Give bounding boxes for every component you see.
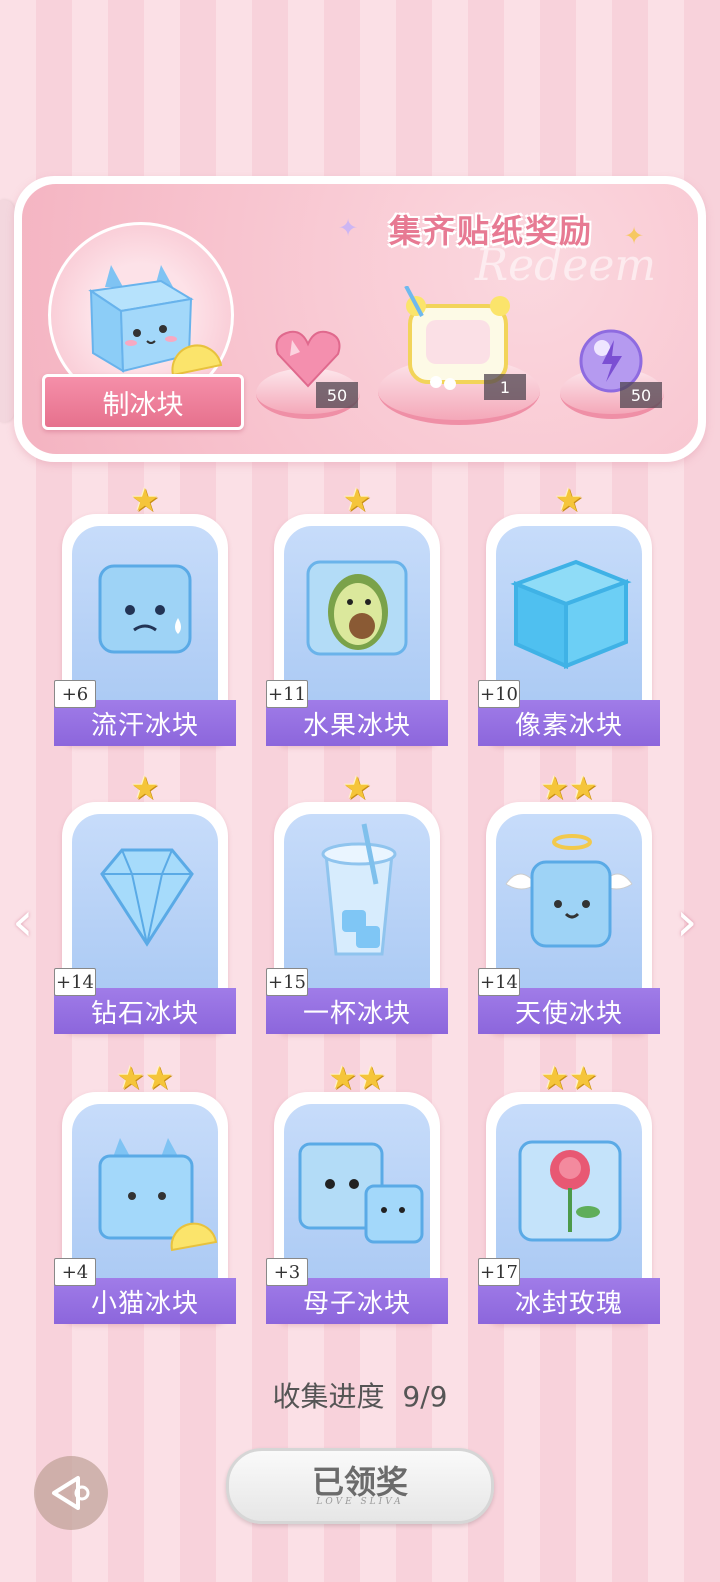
sweating-ice-cube-icon	[98, 564, 192, 654]
reward-count: 50	[620, 382, 662, 408]
sticker-card[interactable]: ★★ 小猫冰块 +4	[54, 1062, 236, 1324]
prev-page-arrow[interactable]: ‹	[12, 890, 34, 953]
progress-value: 9/9	[402, 1380, 448, 1413]
cup-of-ice-icon	[321, 823, 397, 956]
rarity-stars: ★★	[328, 1059, 386, 1097]
sticker-card[interactable]: ★ 像素冰块 +10	[478, 484, 660, 746]
reward-count: 50	[316, 382, 358, 408]
angel-ice-cube-icon	[505, 834, 633, 948]
sticker-card[interactable]: ★★ 天使冰块 +14	[478, 772, 660, 1034]
rarity-stars: ★	[342, 769, 372, 807]
sticker-card[interactable]: ★ 一杯冰块 +15	[266, 772, 448, 1034]
back-button[interactable]	[34, 1456, 108, 1530]
avocado-ice-cube-icon	[306, 560, 408, 656]
progress-label: 收集进度	[272, 1380, 385, 1413]
banner-title: 集齐贴纸奖励	[388, 212, 593, 250]
card-plus-badge: +6	[54, 680, 96, 708]
reward-count: 1	[484, 374, 526, 400]
pink-heart-gem-icon[interactable]	[272, 326, 344, 390]
sticker-card[interactable]: ★ 流汗冰块 +6	[54, 484, 236, 746]
card-plus-badge: +4	[54, 1258, 96, 1286]
make-ice-label[interactable]: 制冰块	[42, 374, 244, 430]
diamond-ice-icon	[100, 848, 194, 947]
mother-child-ice-cubes-icon	[298, 1142, 424, 1244]
rarity-stars: ★	[130, 769, 160, 807]
sparkle-icon: ✦	[624, 222, 645, 250]
cat-ice-cube-icon	[98, 1138, 218, 1252]
card-plus-badge: +14	[54, 968, 96, 996]
frozen-rose-icon	[518, 1140, 622, 1242]
card-plus-badge: +10	[478, 680, 520, 708]
left-side-tab[interactable]	[0, 200, 14, 422]
rarity-stars: ★★	[540, 769, 598, 807]
rarity-stars: ★★	[540, 1059, 598, 1097]
back-arrow-icon	[52, 1476, 90, 1510]
pixel-ice-cube-icon	[510, 559, 632, 670]
rarity-stars: ★★	[116, 1059, 174, 1097]
card-plus-badge: +11	[266, 680, 308, 708]
card-plus-badge: +15	[266, 968, 308, 996]
sticker-card[interactable]: ★★ 母子冰块 +3	[266, 1062, 448, 1324]
card-plus-badge: +3	[266, 1258, 308, 1286]
rarity-stars: ★	[554, 481, 584, 519]
card-plus-badge: +14	[478, 968, 520, 996]
claimed-button-subtext: LOVE SLIVA	[316, 1497, 404, 1507]
rarity-stars: ★	[342, 481, 372, 519]
next-page-arrow[interactable]: ›	[676, 890, 698, 953]
sticker-card[interactable]: ★ 钻石冰块 +14	[54, 772, 236, 1034]
sparkle-icon: ✦	[338, 214, 359, 242]
collection-progress: 收集进度 9/9	[0, 1375, 720, 1415]
rarity-stars: ★	[130, 481, 160, 519]
sticker-card[interactable]: ★ 水果冰块 +11	[266, 484, 448, 746]
sticker-card[interactable]: ★★ 冰封玫瑰 +17	[478, 1062, 660, 1324]
claimed-button[interactable]: 已领奖 LOVE SLIVA	[226, 1448, 494, 1524]
card-plus-badge: +17	[478, 1258, 520, 1286]
